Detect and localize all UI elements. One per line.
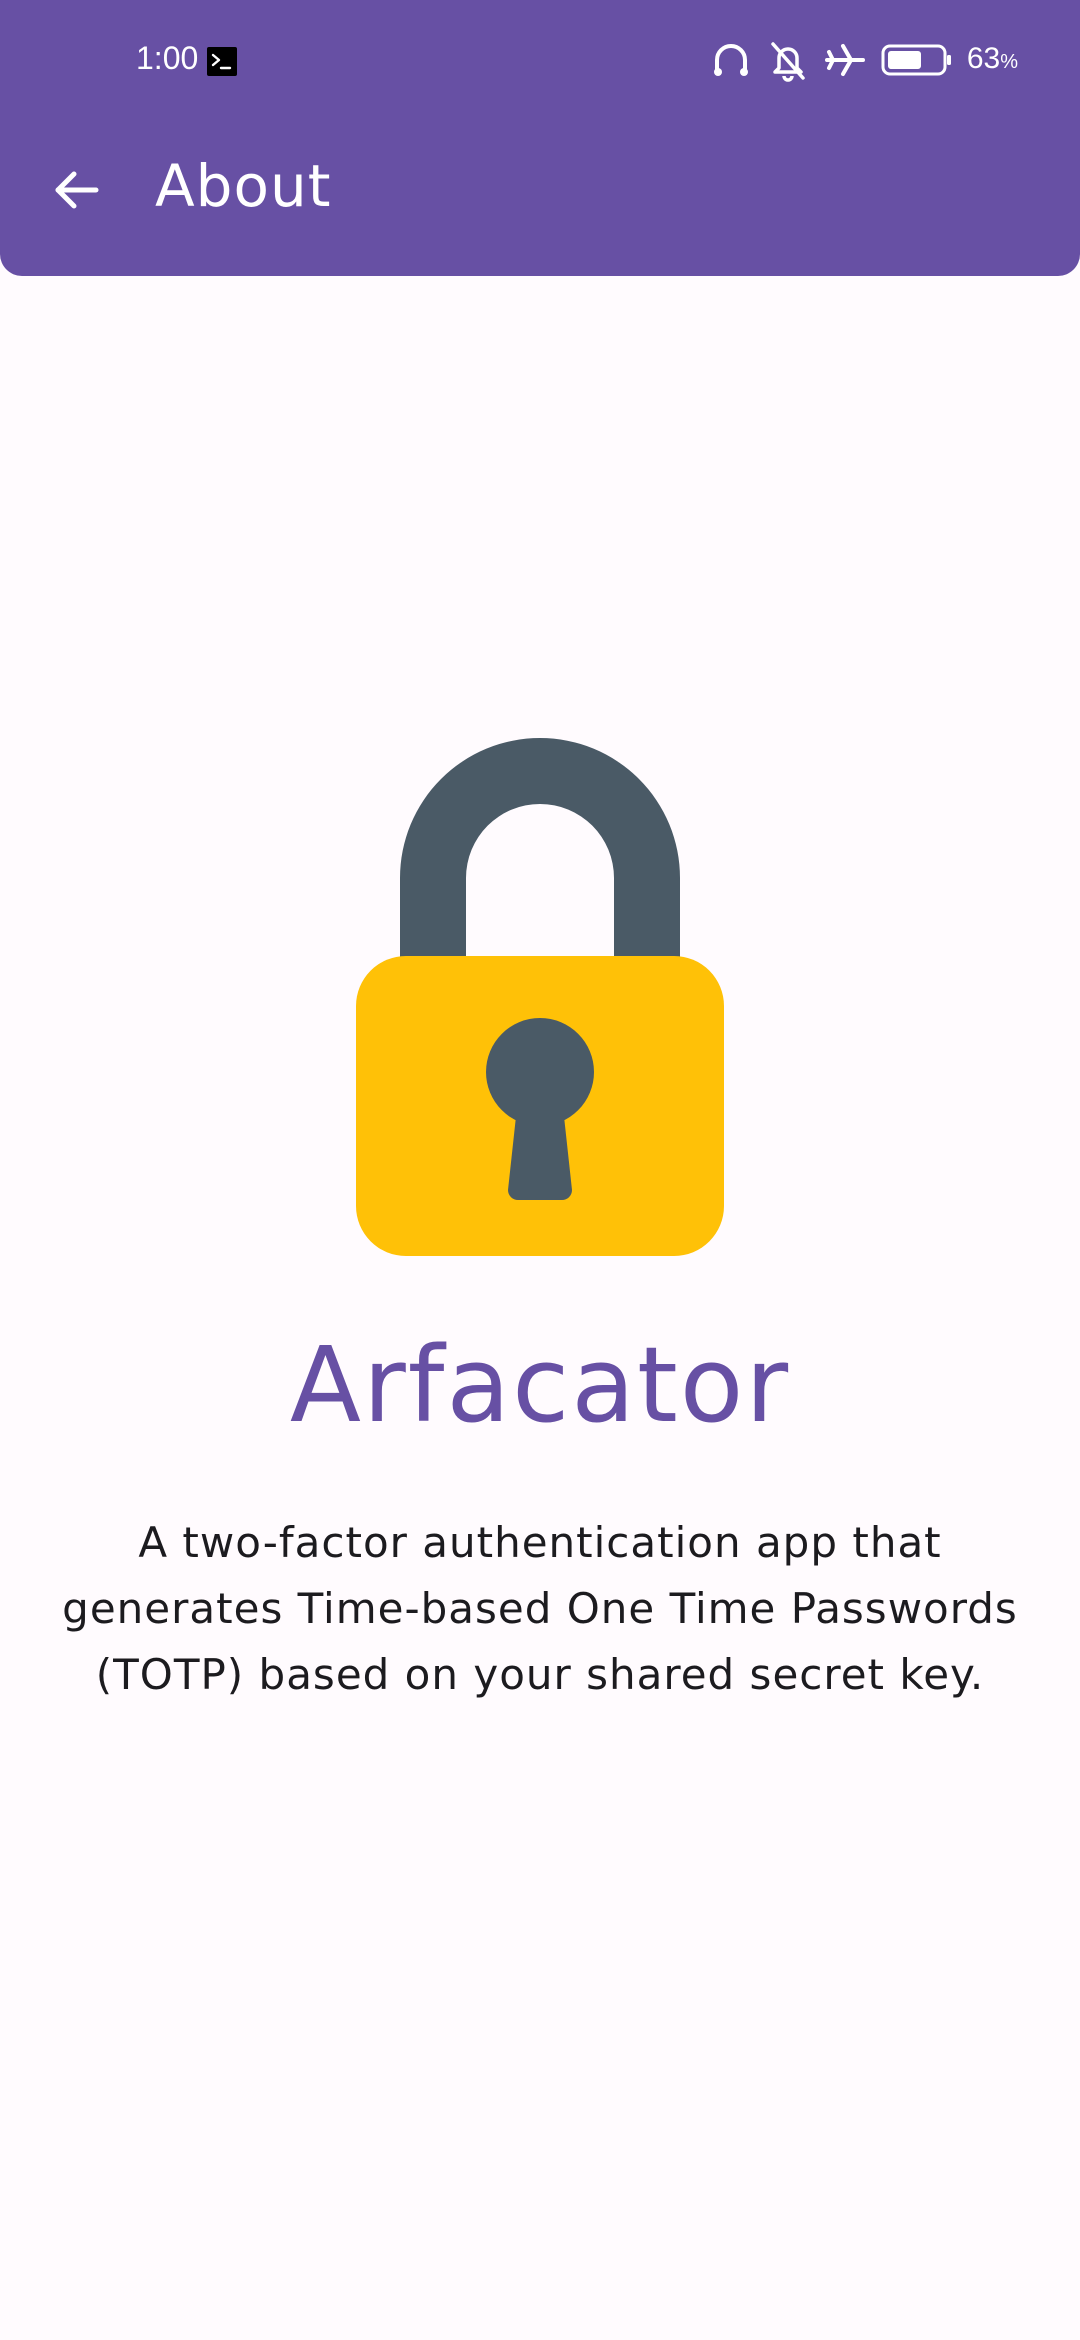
padlock-icon	[356, 738, 724, 1256]
status-icons: 63%	[709, 36, 1018, 84]
top-app-bar: 1:00 63% About	[0, 0, 1080, 276]
airplane-icon	[824, 44, 865, 76]
arrow-back-icon	[55, 171, 99, 209]
status-time: 1:00	[136, 40, 199, 76]
bell-off-icon	[771, 42, 805, 82]
battery-icon	[881, 44, 951, 76]
page-title: About	[155, 152, 332, 220]
app-bar: About	[0, 120, 1080, 256]
battery-percent: 63%	[966, 41, 1018, 75]
status-bar: 1:00 63%	[0, 0, 1080, 120]
about-screen: 1:00 63% About Arfacator A two-factor au…	[0, 0, 1080, 2340]
back-button[interactable]	[40, 154, 112, 226]
headphones-icon	[713, 44, 748, 76]
terminal-icon	[207, 47, 237, 76]
app-description: A two-factor authentication app that gen…	[62, 1518, 1018, 1699]
app-name: Arfacator	[289, 1324, 791, 1446]
